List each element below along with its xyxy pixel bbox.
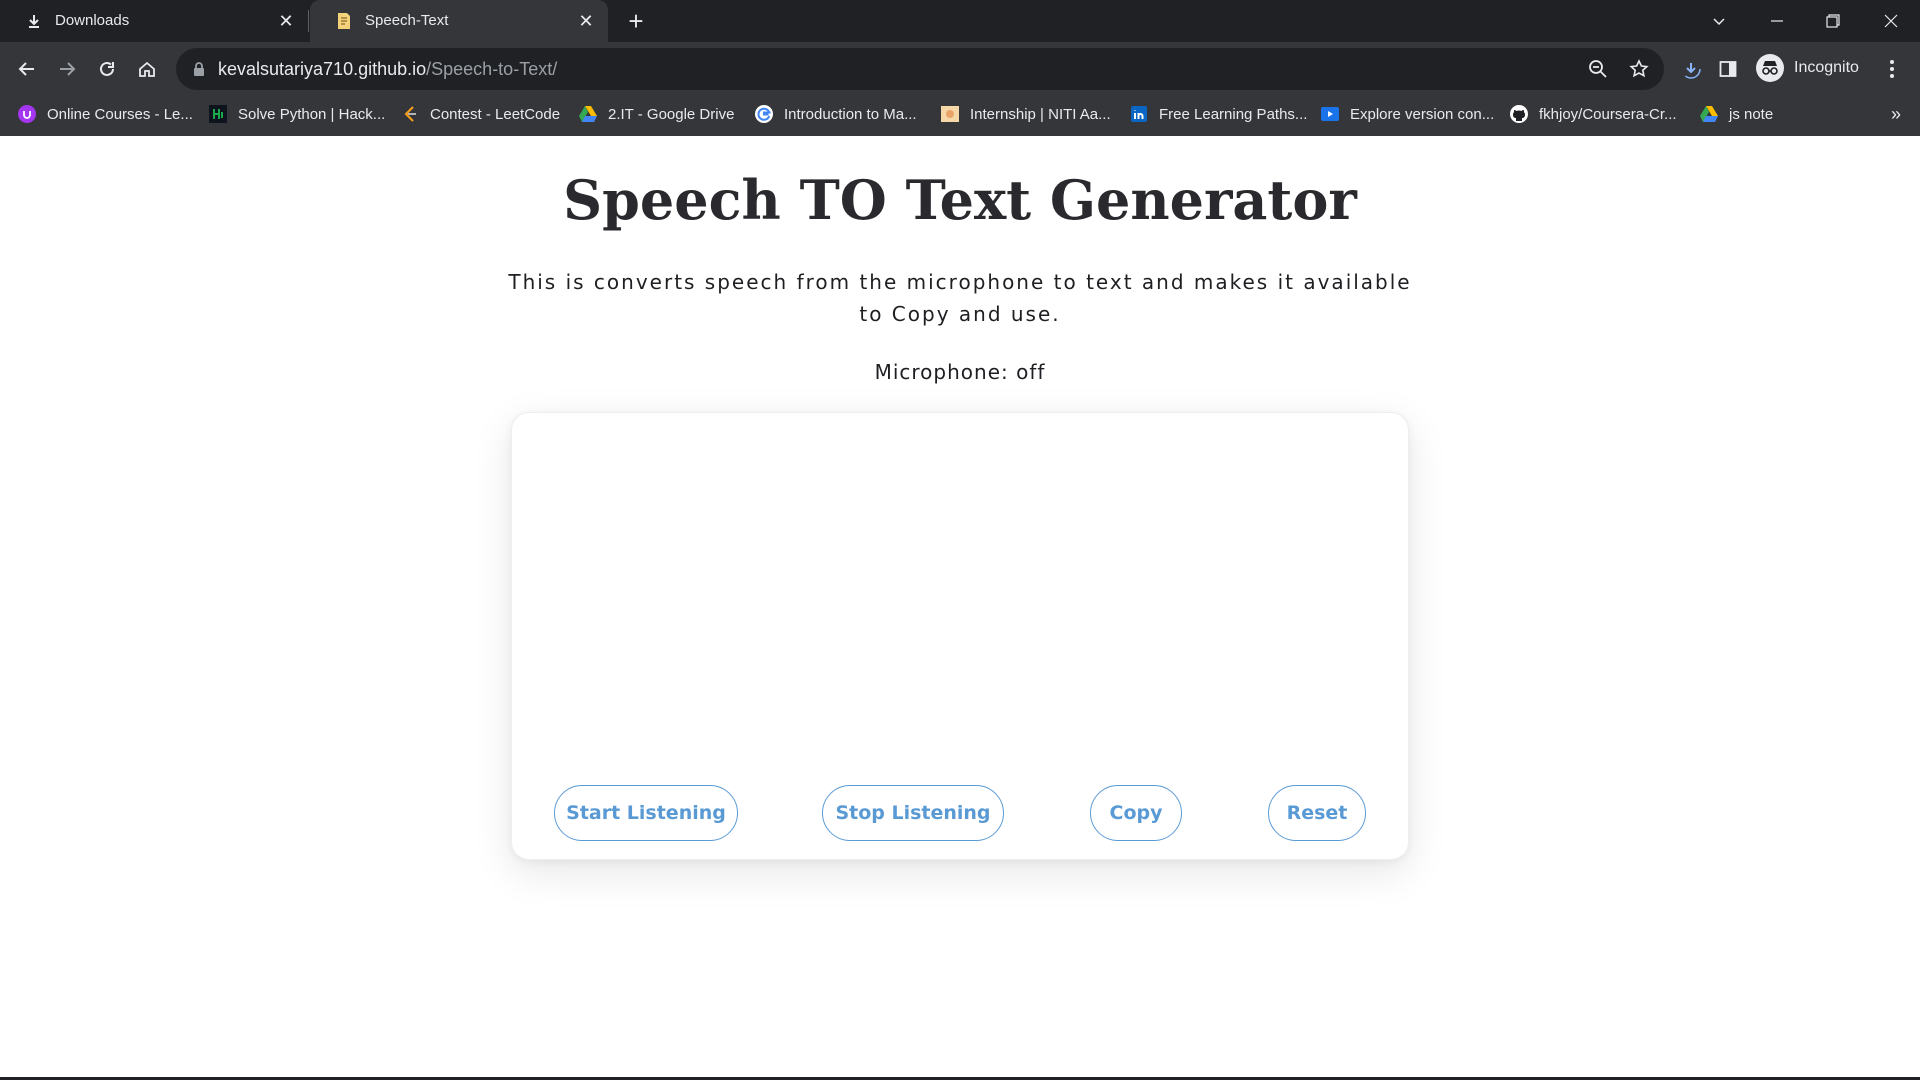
- hackerrank-icon: [208, 104, 228, 124]
- microphone-status: Microphone: off: [874, 360, 1046, 384]
- incognito-label: Incognito: [1794, 59, 1859, 76]
- bookmark-item[interactable]: Internship | NITI Aa...: [940, 96, 1111, 132]
- close-window-icon[interactable]: [1876, 6, 1906, 36]
- bookmark-label: Introduction to Ma...: [784, 105, 917, 123]
- reload-icon[interactable]: [91, 53, 123, 85]
- url-path: /Speech-to-Text/: [426, 59, 558, 79]
- bookmark-item[interactable]: js note: [1699, 96, 1773, 132]
- page-favicon-icon: [334, 11, 354, 31]
- linkedin-icon: [1129, 104, 1149, 124]
- url-text: kevalsutariya710.github.io/Speech-to-Tex…: [218, 59, 557, 80]
- copy-button[interactable]: Copy: [1090, 785, 1182, 841]
- bookmark-item[interactable]: Free Learning Paths...: [1129, 96, 1307, 132]
- google-drive-icon: [1699, 104, 1719, 124]
- page-content: Speech TO Text Generator This is convert…: [0, 136, 1920, 1080]
- back-arrow-icon[interactable]: [11, 53, 43, 85]
- tab-search-chevron-icon[interactable]: [1704, 6, 1734, 36]
- bookmark-item[interactable]: Explore version con...: [1320, 96, 1494, 132]
- url-domain: kevalsutariya710.github.io: [218, 59, 427, 79]
- page-title: Speech TO Text Generator: [563, 168, 1357, 232]
- bookmark-label: Internship | NITI Aa...: [970, 105, 1111, 123]
- video-icon: [1320, 104, 1340, 124]
- bookmark-label: Solve Python | Hack...: [238, 105, 386, 123]
- close-tab-icon[interactable]: ✕: [576, 11, 596, 31]
- bookmark-item[interactable]: Online Courses - Le...: [17, 96, 193, 132]
- close-tab-icon[interactable]: ✕: [276, 11, 296, 31]
- bookmark-item[interactable]: Introduction to Ma...: [754, 96, 917, 132]
- reset-button[interactable]: Reset: [1268, 785, 1366, 841]
- more-bookmarks-chevron-icon[interactable]: »: [1884, 102, 1908, 126]
- bookmark-item[interactable]: Solve Python | Hack...: [208, 96, 385, 132]
- bookmark-label: js note: [1729, 105, 1774, 123]
- google-icon: [754, 104, 774, 124]
- niti-icon: [940, 104, 960, 124]
- bookmark-label: Explore version con...: [1350, 105, 1495, 123]
- forward-arrow-icon[interactable]: [51, 53, 83, 85]
- side-panel-icon[interactable]: [1712, 53, 1744, 85]
- address-bar[interactable]: kevalsutariya710.github.io/Speech-to-Tex…: [176, 48, 1664, 90]
- google-drive-icon: [578, 104, 598, 124]
- tab-strip: Downloads ✕ Speech-Text ✕ +: [0, 0, 1920, 42]
- transcript-textarea[interactable]: [536, 433, 1386, 753]
- home-icon[interactable]: [131, 53, 163, 85]
- leetcode-icon: [400, 104, 420, 124]
- bookmark-label: Online Courses - Le...: [47, 105, 193, 123]
- bookmark-item[interactable]: fkhjoy/Coursera-Cr...: [1509, 96, 1677, 132]
- bookmark-label: 2.IT - Google Drive: [608, 105, 735, 123]
- downloads-icon[interactable]: [1675, 53, 1707, 85]
- tab-title: Downloads: [55, 12, 130, 29]
- new-tab-plus-icon[interactable]: +: [624, 8, 648, 34]
- bookmark-label: Free Learning Paths...: [1159, 105, 1308, 123]
- start-listening-button[interactable]: Start Listening: [554, 785, 738, 841]
- tab-speech-text[interactable]: Speech-Text ✕: [310, 0, 608, 42]
- restore-icon[interactable]: [1818, 6, 1848, 36]
- transcript-card: Start Listening Stop Listening Copy Rese…: [511, 412, 1409, 860]
- github-icon: [1509, 104, 1529, 124]
- stop-listening-button[interactable]: Stop Listening: [822, 785, 1004, 841]
- bookmark-item[interactable]: 2.IT - Google Drive: [578, 96, 734, 132]
- incognito-profile-button[interactable]: Incognito: [1756, 50, 1859, 86]
- bookmark-label: fkhjoy/Coursera-Cr...: [1539, 105, 1677, 123]
- tab-downloads[interactable]: Downloads ✕: [0, 0, 308, 42]
- zoom-icon[interactable]: [1586, 57, 1610, 81]
- udemy-icon: [17, 104, 37, 124]
- incognito-icon: [1756, 54, 1784, 82]
- bookmark-item[interactable]: Contest - LeetCode: [400, 96, 560, 132]
- page-description: This is converts speech from the microph…: [508, 270, 1412, 326]
- tab-title: Speech-Text: [365, 12, 449, 29]
- tab-divider: [308, 10, 309, 32]
- more-menu-icon[interactable]: [1876, 53, 1908, 85]
- bookmark-label: Contest - LeetCode: [430, 105, 561, 123]
- minimize-icon[interactable]: [1762, 6, 1792, 36]
- lock-icon: [192, 61, 208, 77]
- browser-toolbar: kevalsutariya710.github.io/Speech-to-Tex…: [0, 42, 1920, 96]
- bookmark-star-icon[interactable]: [1627, 57, 1651, 81]
- download-icon: [24, 11, 44, 31]
- bookmarks-bar: Online Courses - Le... Solve Python | Ha…: [0, 96, 1920, 136]
